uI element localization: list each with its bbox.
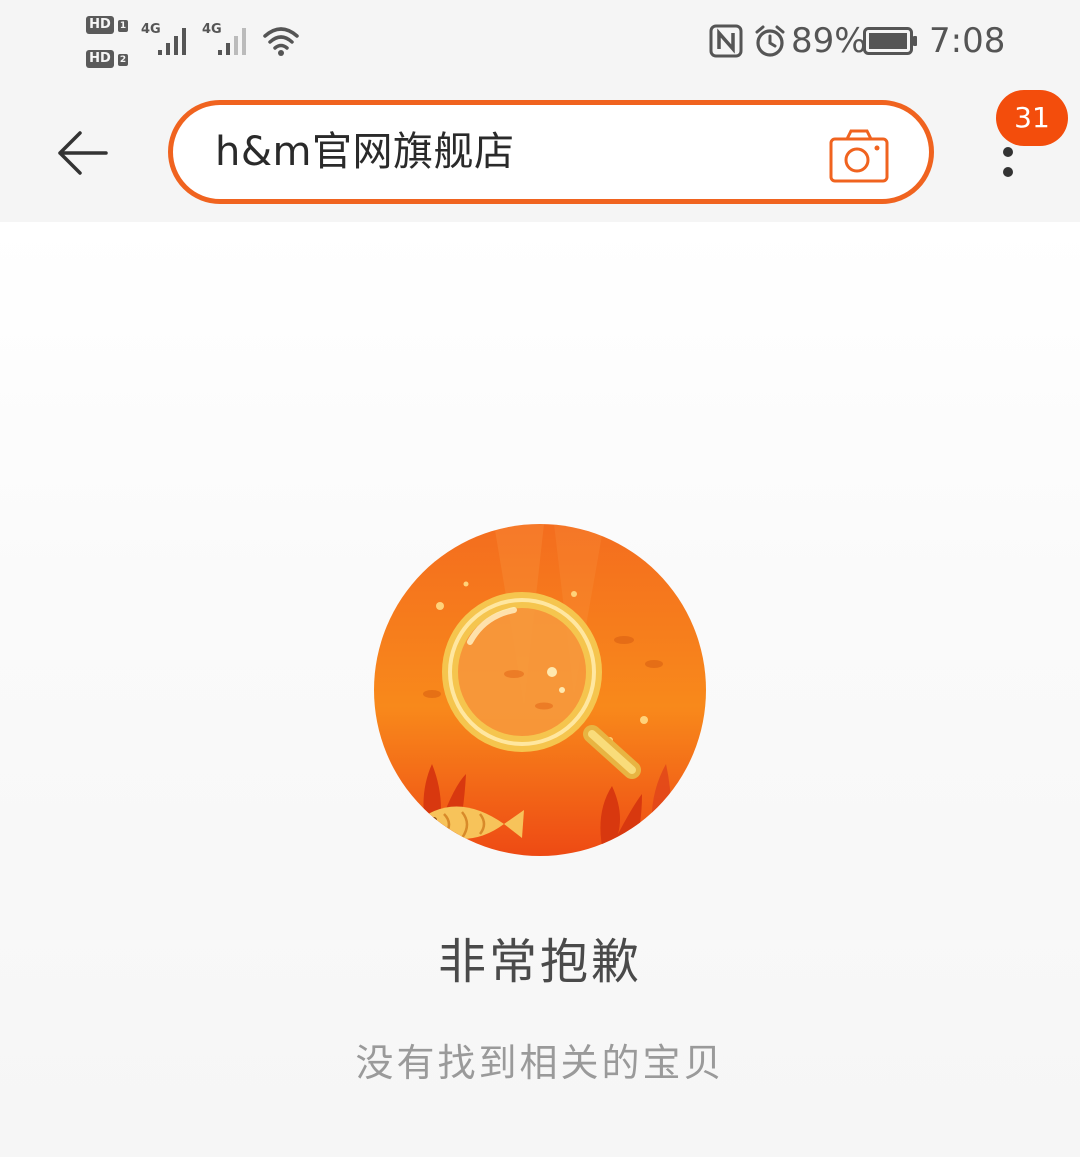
more-vertical-icon bbox=[1003, 147, 1013, 177]
signal-icon bbox=[158, 28, 186, 55]
signal-icon-2 bbox=[218, 28, 246, 55]
hd-badge-2: HD bbox=[86, 50, 114, 68]
battery-percent: 89% bbox=[791, 21, 867, 61]
camera-search-button[interactable] bbox=[829, 127, 889, 183]
wifi-icon bbox=[263, 27, 299, 56]
alarm-icon bbox=[755, 25, 785, 57]
search-input[interactable]: h&m官网旗舰店 bbox=[168, 100, 934, 204]
empty-state-title: 非常抱歉 bbox=[437, 934, 642, 990]
back-button[interactable] bbox=[56, 128, 110, 178]
notification-badge: 31 bbox=[996, 90, 1068, 146]
nfc-icon bbox=[709, 24, 743, 58]
camera-icon bbox=[829, 129, 889, 183]
magnifier-underwater-illustration bbox=[374, 524, 706, 856]
top-bar: HD 1 HD 2 4G 4G 89% 7:08 h&m官网旗舰店 31 bbox=[0, 0, 1080, 222]
status-bar-right: 89% 7:08 bbox=[705, 18, 1005, 64]
hd-badge-1: HD bbox=[86, 16, 114, 34]
search-query-text[interactable]: h&m官网旗舰店 bbox=[215, 105, 515, 199]
sim2-index: 2 bbox=[118, 54, 128, 66]
battery-icon bbox=[863, 27, 917, 55]
clock: 7:08 bbox=[929, 21, 1006, 61]
arrow-left-icon bbox=[58, 131, 108, 175]
status-bar-left: HD 1 HD 2 4G 4G bbox=[86, 12, 306, 72]
more-menu-button[interactable] bbox=[990, 140, 1026, 188]
sim1-index: 1 bbox=[118, 20, 128, 32]
empty-state-subtitle: 没有找到相关的宝贝 bbox=[355, 1041, 725, 1085]
